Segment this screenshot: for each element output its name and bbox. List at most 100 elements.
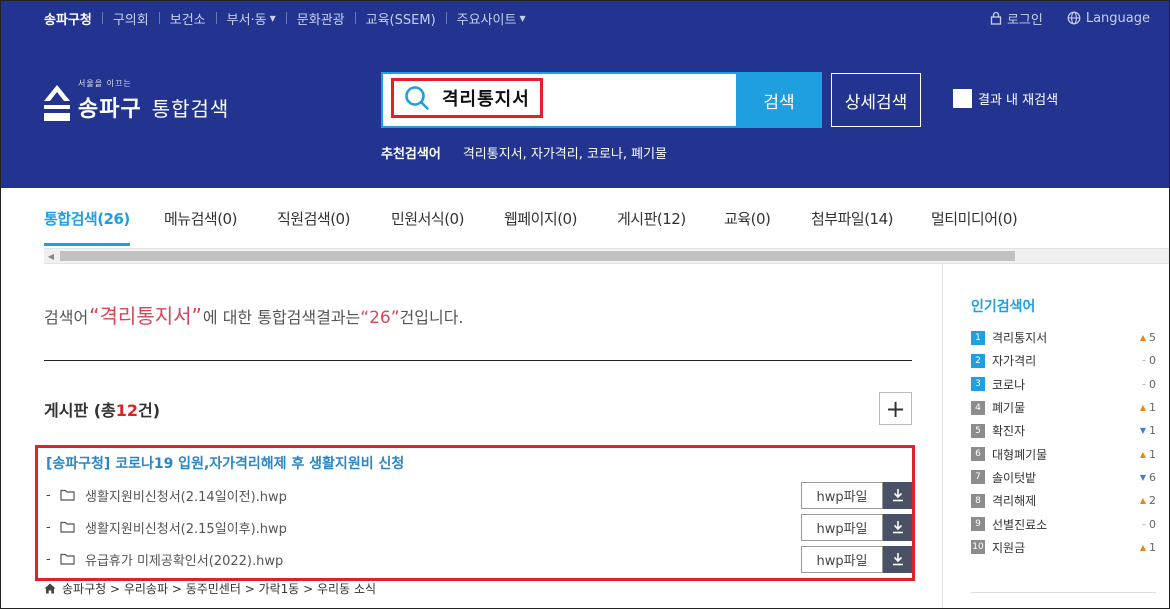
tab-education[interactable]: 교육(0) [724,208,771,229]
topnav-songpa-office[interactable]: 송파구청 [44,9,92,28]
attachment-name[interactable]: 생활지원비신청서(2.14일이전).hwp [85,486,801,505]
popular-keyword-label[interactable]: 격리통지서 [992,329,1128,346]
summary-middle: 에 대한 통합검색결과는 [202,308,361,327]
download-icon[interactable] [883,545,912,573]
no-change-icon: – [1142,379,1146,389]
rank-change: ▼ 6 [1128,471,1156,484]
tab-integrated[interactable]: 통합검색(26) [44,208,130,246]
hwp-download-button[interactable]: hwp파일 [801,481,912,509]
rank-badge: 6 [971,447,985,462]
rank-change: ▲ 2 [1128,494,1156,507]
hwp-download-button[interactable]: hwp파일 [801,545,912,573]
search-button[interactable]: 검색 [736,72,822,128]
popular-keywords-title: 인기검색어 [971,299,1036,315]
popular-keyword-item[interactable]: 3 코로나 –0 [971,373,1156,396]
topnav-separator [101,12,103,24]
breadcrumb-path: 송파구청 > 우리송파 > 동주민센터 > 가락1동 > 우리동 소식 [62,581,377,596]
rank-change: ▼ 1 [1128,424,1156,437]
popular-keyword-label[interactable]: 코로나 [992,376,1128,393]
arrow-up-icon: ▲ [1139,496,1146,506]
popular-keyword-item[interactable]: 8 격리해제 ▲ 2 [971,489,1156,512]
hwp-file-label[interactable]: hwp파일 [801,513,883,541]
topnav-label: 부서·동 [226,12,267,28]
arrow-down-icon: ▼ [1139,472,1146,482]
hwp-file-label[interactable]: hwp파일 [801,545,883,573]
rank-badge: 4 [971,400,985,415]
topnav-separator [354,12,356,24]
topnav-health-center[interactable]: 보건소 [170,9,206,28]
tabs-horizontal-scrollbar[interactable]: ◀ [44,248,1170,264]
rank-change: –0 [1128,354,1156,367]
language-selector[interactable]: Language [1067,11,1150,26]
popular-keyword-item[interactable]: 1 격리통지서 ▲ 5 [971,326,1156,349]
topnav-education[interactable]: 교육(SSEM) [366,9,436,28]
popular-keyword-label[interactable]: 선별진료소 [992,516,1128,533]
rank-change-value: 1 [1149,540,1156,554]
tab-attachments[interactable]: 첨부파일(14) [811,208,894,229]
popular-keyword-label[interactable]: 폐기물 [992,399,1128,416]
search-input-value: 격리통지서 [442,89,530,110]
rank-change: ▲ 1 [1128,448,1156,461]
recommended-terms[interactable]: 격리통지서, 자가격리, 코로나, 폐기물 [463,143,667,162]
topnav-major-sites[interactable]: 주요사이트 ▼ [457,9,526,28]
scrollbar-thumb[interactable] [60,251,1015,261]
popular-keyword-label[interactable]: 대형폐기물 [992,446,1128,463]
popular-keyword-label[interactable]: 솔이텃밭 [992,469,1128,486]
tab-menu[interactable]: 메뉴검색(0) [164,208,237,229]
search-input[interactable]: 격리통지서 [391,78,543,118]
arrow-up-icon: ▲ [1139,542,1146,552]
popular-keyword-label[interactable]: 지원금 [992,539,1128,556]
scroll-left-icon[interactable]: ◀ [44,249,58,263]
download-icon[interactable] [883,481,912,509]
popular-keyword-item[interactable]: 2 자가격리 –0 [971,349,1156,372]
topnav-separator [215,12,217,24]
logo-slogan: 서울을 이끄는 [78,79,132,88]
breadcrumb[interactable]: 송파구청 > 우리송파 > 동주민센터 > 가락1동 > 우리동 소식 [44,581,376,595]
result-item: [송파구청] 코로나19 입원,자가격리해제 후 생활지원비 신청 - 생활지원… [35,445,915,581]
login-link[interactable]: 로그인 [990,9,1043,28]
summary-prefix: 검색어 [44,308,89,327]
rank-change-value: 5 [1149,331,1156,345]
popular-keyword-label[interactable]: 격리해제 [992,492,1128,509]
board-section-title: 게시판 (총12건) [44,401,161,420]
download-icon[interactable] [883,513,912,541]
tab-staff[interactable]: 직원검색(0) [277,208,350,229]
sidebar-divider [971,592,1156,593]
site-logo[interactable]: 서울을 이끄는 송파구 통합검색 [42,75,229,123]
tab-multimedia[interactable]: 멀티미디어(0) [931,208,1018,229]
topnav-council[interactable]: 구의회 [113,9,149,28]
popular-keyword-item[interactable]: 9 선별진료소 –0 [971,512,1156,535]
result-title-link[interactable]: [송파구청] 코로나19 입원,자가격리해제 후 생활지원비 신청 [46,453,404,473]
rank-badge: 5 [971,423,985,438]
search-within-checkbox[interactable] [953,89,972,108]
popular-keyword-label[interactable]: 자가격리 [992,352,1128,369]
topnav-label: 교육(SSEM) [365,12,436,28]
tab-board[interactable]: 게시판(12) [617,208,686,229]
rank-change: ▲ 5 [1128,331,1156,344]
popular-keyword-item[interactable]: 6 대형폐기물 ▲ 1 [971,442,1156,465]
popular-keyword-item[interactable]: 4 폐기물 ▲ 1 [971,396,1156,419]
rank-change-value: 1 [1149,401,1156,415]
search-within-results[interactable]: 결과 내 재검색 [953,89,1058,108]
advanced-search-button[interactable]: 상세검색 [831,73,921,127]
topnav-culture-tourism[interactable]: 문화관광 [297,9,345,28]
category-tabs: 통합검색(26) 메뉴검색(0) 직원검색(0) 민원서식(0) 웹페이지(0)… [0,188,1170,248]
hwp-download-button[interactable]: hwp파일 [801,513,912,541]
topnav-departments[interactable]: 부서·동 ▼ [227,9,276,28]
topnav-label: 주요사이트 [456,12,517,28]
attachment-name[interactable]: 유급휴가 미제공확인서(2022).hwp [85,550,801,569]
arrow-up-icon: ▲ [1139,449,1146,459]
more-results-button[interactable]: + [879,392,912,425]
popular-keyword-item[interactable]: 5 확진자 ▼ 1 [971,419,1156,442]
tab-webpage[interactable]: 웹페이지(0) [504,208,577,229]
popular-keyword-item[interactable]: 10 지원금 ▲ 1 [971,536,1156,559]
top-nav: 송파구청 구의회 보건소 부서·동 ▼ 문화관광 교육(SSEM) 주요사이트 ▼ [44,0,526,36]
no-change-icon: – [1142,519,1146,529]
hwp-file-label[interactable]: hwp파일 [801,481,883,509]
attachment-name[interactable]: 생활지원비신청서(2.15일이후).hwp [85,518,801,537]
tab-civil-forms[interactable]: 민원서식(0) [391,208,464,229]
popular-keyword-item[interactable]: 7 솔이텃밭 ▼ 6 [971,466,1156,489]
attachment-row: - 생활지원비신청서(2.15일이후).hwp hwp파일 [46,513,912,541]
lock-icon [990,11,1002,25]
popular-keyword-label[interactable]: 확진자 [992,422,1128,439]
